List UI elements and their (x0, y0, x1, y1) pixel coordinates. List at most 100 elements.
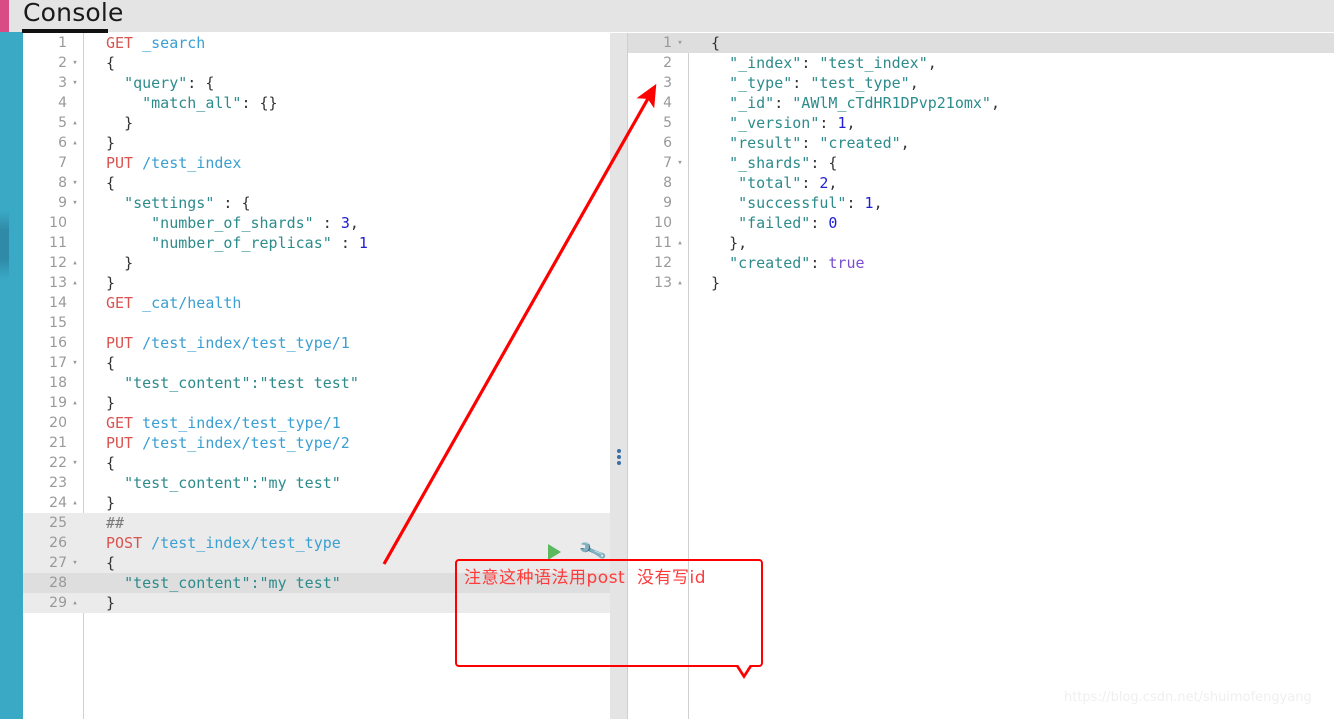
request-line-number: 6 (58, 135, 67, 151)
response-line-number: 9 (663, 195, 672, 211)
response-line[interactable]: 5 "_version": 1, (628, 113, 1334, 133)
request-line-number: 13 (49, 275, 67, 291)
fold-open-icon[interactable]: ▾ (70, 453, 80, 473)
fold-close-icon[interactable]: ▴ (70, 113, 80, 133)
request-line[interactable]: 8 ▾ { (23, 173, 610, 193)
splitter-handle-icon[interactable] (615, 447, 623, 467)
request-line-number: 18 (49, 375, 67, 391)
request-line-number: 14 (49, 295, 67, 311)
response-line[interactable]: 11 ▴ }, (628, 233, 1334, 253)
request-line-text: { (106, 554, 116, 572)
request-line-number: 2 (58, 55, 67, 71)
play-icon[interactable] (548, 544, 561, 560)
request-line[interactable]: 11 "number_of_replicas" : 1 (23, 233, 610, 253)
response-line-number: 11 (654, 235, 672, 251)
request-line[interactable]: 13 ▴} (23, 273, 610, 293)
request-line-number: 22 (49, 455, 67, 471)
fold-close-icon[interactable]: ▴ (70, 493, 80, 513)
request-line[interactable]: 17 ▾ { (23, 353, 610, 373)
request-line[interactable]: 15 (23, 313, 610, 333)
request-line[interactable]: 12 ▴ } (23, 253, 610, 273)
fold-open-icon[interactable]: ▾ (70, 53, 80, 73)
fold-close-icon[interactable]: ▴ (70, 273, 80, 293)
response-line[interactable]: 7 ▾ "_shards": { (628, 153, 1334, 173)
request-line[interactable]: 4 "match_all": {} (23, 93, 610, 113)
request-line[interactable]: 6 ▴} (23, 133, 610, 153)
fold-open-icon[interactable]: ▾ (675, 33, 685, 53)
request-line-number: 21 (49, 435, 67, 451)
request-line-number: 26 (49, 535, 67, 551)
fold-close-icon[interactable]: ▴ (70, 253, 80, 273)
request-line-number: 5 (58, 115, 67, 131)
response-line-number: 12 (654, 255, 672, 271)
response-line-number: 6 (663, 135, 672, 151)
request-line-text: "test_content":"my test" (124, 574, 341, 592)
request-line-text: POST /test_index/test_type (106, 534, 341, 552)
fold-close-icon[interactable]: ▴ (70, 593, 80, 613)
request-line[interactable]: 18 "test_content":"test test" (23, 373, 610, 393)
response-line[interactable]: 3 "_type": "test_type", (628, 73, 1334, 93)
response-line-text: "_type": "test_type", (729, 74, 919, 92)
fold-open-icon[interactable]: ▾ (70, 73, 80, 93)
request-line-number: 16 (49, 335, 67, 351)
response-line[interactable]: 13 ▴} (628, 273, 1334, 293)
request-line-number: 24 (49, 495, 67, 511)
request-line-text: "match_all": {} (142, 94, 278, 112)
fold-open-icon[interactable]: ▾ (70, 193, 80, 213)
request-line[interactable]: 2 ▾ { (23, 53, 610, 73)
request-line-text: ## (106, 514, 125, 532)
request-line[interactable]: 16 PUT /test_index/test_type/1 (23, 333, 610, 353)
fold-close-icon[interactable]: ▴ (70, 133, 80, 153)
request-line[interactable]: 10 "number_of_shards" : 3, (23, 213, 610, 233)
response-line-text: "total": 2, (738, 174, 838, 192)
request-line[interactable]: 3 ▾ "query": { (23, 73, 610, 93)
request-line[interactable]: 22 ▾ { (23, 453, 610, 473)
response-line[interactable]: 2 "_index": "test_index", (628, 53, 1334, 73)
sidebar-accent-pink (0, 0, 9, 32)
tab-console[interactable]: Console (23, 0, 124, 27)
fold-open-icon[interactable]: ▾ (70, 173, 80, 193)
request-line-text: } (106, 594, 116, 612)
response-line[interactable]: 9 "successful": 1, (628, 193, 1334, 213)
fold-close-icon[interactable]: ▴ (675, 273, 685, 293)
request-line-number: 10 (49, 215, 67, 231)
response-line[interactable]: 10 "failed": 0 (628, 213, 1334, 233)
request-line[interactable]: 21 PUT /test_index/test_type/2 (23, 433, 610, 453)
response-line[interactable]: 12 "created": true (628, 253, 1334, 273)
fold-open-icon[interactable]: ▾ (70, 553, 80, 573)
request-line[interactable]: 14 GET _cat/health (23, 293, 610, 313)
request-line-text: { (106, 54, 116, 72)
response-line-number: 13 (654, 275, 672, 291)
request-line-text: "settings" : { (124, 194, 251, 212)
response-line[interactable]: 6 "result": "created", (628, 133, 1334, 153)
request-line-number: 23 (49, 475, 67, 491)
request-line-text: GET test_index/test_type/1 (106, 414, 341, 432)
request-line[interactable]: 19 ▴} (23, 393, 610, 413)
request-line[interactable]: 26 POST /test_index/test_type (23, 533, 610, 553)
request-line-text: } (106, 274, 116, 292)
request-code[interactable]: 1 GET _search 2 ▾{3 ▾ "query": {4 "match_all… (23, 33, 610, 613)
request-line[interactable]: 7 PUT /test_index (23, 153, 610, 173)
fold-close-icon[interactable]: ▴ (70, 393, 80, 413)
request-line-number: 8 (58, 175, 67, 191)
response-line[interactable]: 4 "_id": "AWlM_cTdHR1DPvp21omx", (628, 93, 1334, 113)
response-line[interactable]: 8 "total": 2, (628, 173, 1334, 193)
request-line-number: 17 (49, 355, 67, 371)
request-line[interactable]: 9 ▾ "settings" : { (23, 193, 610, 213)
request-line[interactable]: 20 GET test_index/test_type/1 (23, 413, 610, 433)
fold-open-icon[interactable]: ▾ (675, 153, 685, 173)
response-line[interactable]: 1 ▾ { (628, 33, 1334, 53)
response-line-text: "_index": "test_index", (729, 54, 937, 72)
response-line-text: "result": "created", (729, 134, 910, 152)
request-line[interactable]: 23 "test_content":"my test" (23, 473, 610, 493)
request-line[interactable]: 24 ▴} (23, 493, 610, 513)
fold-open-icon[interactable]: ▾ (70, 353, 80, 373)
request-line-number: 3 (58, 75, 67, 91)
fold-close-icon[interactable]: ▴ (675, 233, 685, 253)
request-line-text: } (106, 494, 116, 512)
request-line[interactable]: 25 ## (23, 513, 610, 533)
annotation-callout-tail-inner (737, 663, 751, 674)
request-line[interactable]: 1 GET _search (23, 33, 610, 53)
request-line[interactable]: 5 ▴ } (23, 113, 610, 133)
request-line-text: "test_content":"test test" (124, 374, 359, 392)
